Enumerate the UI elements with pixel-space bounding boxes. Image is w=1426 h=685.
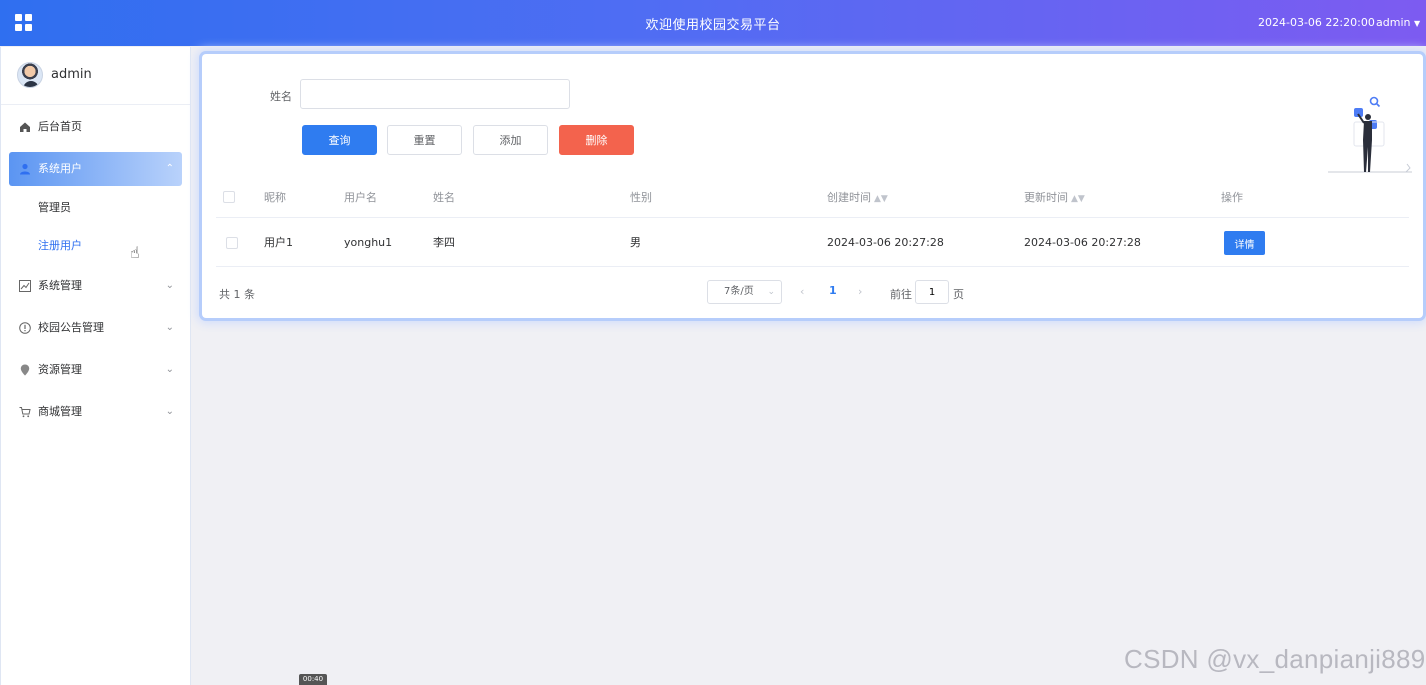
- column-header: 操作: [1221, 191, 1243, 204]
- sidebar-item-system-users[interactable]: 系统用户 ⌃: [9, 152, 182, 186]
- sidebar-item-system-management[interactable]: 系统管理 ⌄: [1, 265, 190, 307]
- cell-name: 李四: [433, 236, 455, 249]
- search-name-label: 姓名: [270, 90, 292, 103]
- column-header-sortable[interactable]: 更新时间 ▲▼: [1024, 178, 1085, 219]
- next-page-icon[interactable]: ›: [858, 285, 862, 298]
- cell-created: 2024-03-06 20:27:28: [827, 236, 944, 249]
- chevron-down-icon: ⌄: [165, 280, 174, 291]
- user-dropdown[interactable]: admin ▼: [1376, 16, 1420, 29]
- sort-icon[interactable]: ▲▼: [874, 194, 888, 204]
- sidebar-item-label: 商城管理: [38, 405, 82, 418]
- row-checkbox[interactable]: [226, 237, 238, 249]
- cell-username: yonghu1: [344, 236, 393, 249]
- table-row: 用户1 yonghu1 李四 男 2024-03-06 20:27:28 202…: [216, 219, 1409, 267]
- goto-label: 前往: [890, 288, 912, 301]
- sidebar-item-label: 系统管理: [38, 279, 82, 292]
- sidebar-subitem-admins[interactable]: 管理员: [1, 189, 190, 227]
- top-header: 欢迎使用校园交易平台 2024-03-06 22:20:00 admin ▼: [0, 0, 1426, 46]
- select-all-checkbox[interactable]: [223, 191, 235, 203]
- user-dropdown-label: admin: [1376, 16, 1411, 29]
- table-header: 昵称 用户名 姓名 性别 创建时间 ▲▼ 更新时间 ▲▼ 操作: [216, 178, 1409, 218]
- page-number-current[interactable]: 1: [829, 284, 837, 297]
- chevron-down-icon: ⌄: [165, 322, 174, 333]
- hand-cursor-icon: ☝: [130, 243, 140, 262]
- prev-page-icon[interactable]: ‹: [800, 285, 804, 298]
- pagination-total: 共 1 条: [219, 288, 255, 301]
- sidebar: admin 后台首页 系统用户 ⌃ 管理员 注册用户 系统管理 ⌄ 校园公告管理…: [0, 47, 191, 685]
- goto-page-input[interactable]: [915, 280, 949, 304]
- chevron-down-icon: ⌄: [767, 287, 775, 297]
- sidebar-user: admin: [1, 47, 190, 105]
- sidebar-item-label: 校园公告管理: [38, 321, 104, 334]
- sidebar-user-name: admin: [51, 67, 92, 82]
- query-button[interactable]: 查询: [302, 125, 377, 155]
- chart-icon: [19, 280, 31, 292]
- sort-icon[interactable]: ▲▼: [1071, 194, 1085, 204]
- add-button[interactable]: 添加: [473, 125, 548, 155]
- sidebar-item-label: 后台首页: [38, 120, 82, 133]
- column-header-label: 创建时间: [827, 191, 871, 204]
- sidebar-item-campus-notice[interactable]: 校园公告管理 ⌄: [1, 307, 190, 349]
- chevron-down-icon: ▼: [1413, 19, 1421, 28]
- chevron-up-icon: ⌃: [165, 163, 174, 174]
- delete-button[interactable]: 删除: [559, 125, 634, 155]
- sidebar-item-mall[interactable]: 商城管理 ⌄: [1, 391, 190, 433]
- column-header: 性别: [630, 191, 652, 204]
- cart-icon: [19, 407, 31, 418]
- cell-updated: 2024-03-06 20:27:28: [1024, 236, 1141, 249]
- user-icon: [20, 163, 30, 175]
- header-datetime: 2024-03-06 22:20:00: [1258, 16, 1375, 29]
- page-size-select[interactable]: 7条/页 ⌄: [707, 280, 782, 304]
- column-header-sortable[interactable]: 创建时间 ▲▼: [827, 178, 888, 219]
- chevron-down-icon: ⌄: [165, 406, 174, 417]
- chevron-down-icon: ⌄: [165, 364, 174, 375]
- home-icon: [20, 122, 30, 132]
- column-header: 姓名: [433, 191, 455, 204]
- avatar: [17, 62, 43, 88]
- detail-button[interactable]: 详情: [1224, 231, 1265, 255]
- column-header: 用户名: [344, 191, 377, 204]
- watermark: CSDN @vx_danpianji889: [1124, 644, 1426, 674]
- app-title: 欢迎使用校园交易平台: [645, 18, 781, 33]
- sidebar-item-home[interactable]: 后台首页: [1, 106, 190, 148]
- column-header-label: 更新时间: [1024, 191, 1068, 204]
- sidebar-item-label: 资源管理: [38, 363, 82, 376]
- pagination: 共 1 条 7条/页 ⌄ ‹ 1 › 前往 页: [202, 268, 1423, 316]
- sidebar-item-resources[interactable]: 资源管理 ⌄: [1, 349, 190, 391]
- search-name-input[interactable]: [300, 79, 570, 109]
- cell-gender: 男: [630, 236, 641, 249]
- cell-nickname: 用户1: [264, 236, 293, 249]
- info-circle-icon: [19, 322, 31, 334]
- goto-suffix: 页: [953, 288, 964, 301]
- search-illustration: [1328, 96, 1412, 173]
- column-header: 昵称: [264, 191, 286, 204]
- reset-button[interactable]: 重置: [387, 125, 462, 155]
- video-timecode: 00:40: [299, 674, 327, 685]
- location-icon: [20, 364, 30, 376]
- sidebar-item-label: 系统用户: [38, 162, 82, 175]
- page-size-value: 7条/页: [724, 286, 754, 297]
- user-list-panel: 姓名 查询 重置 添加 删除 昵称 用户名 姓名 性别 创建时间 ▲▼ 更新时间 ▲…: [202, 54, 1423, 318]
- sidebar-subitem-registered-users[interactable]: 注册用户: [1, 227, 190, 265]
